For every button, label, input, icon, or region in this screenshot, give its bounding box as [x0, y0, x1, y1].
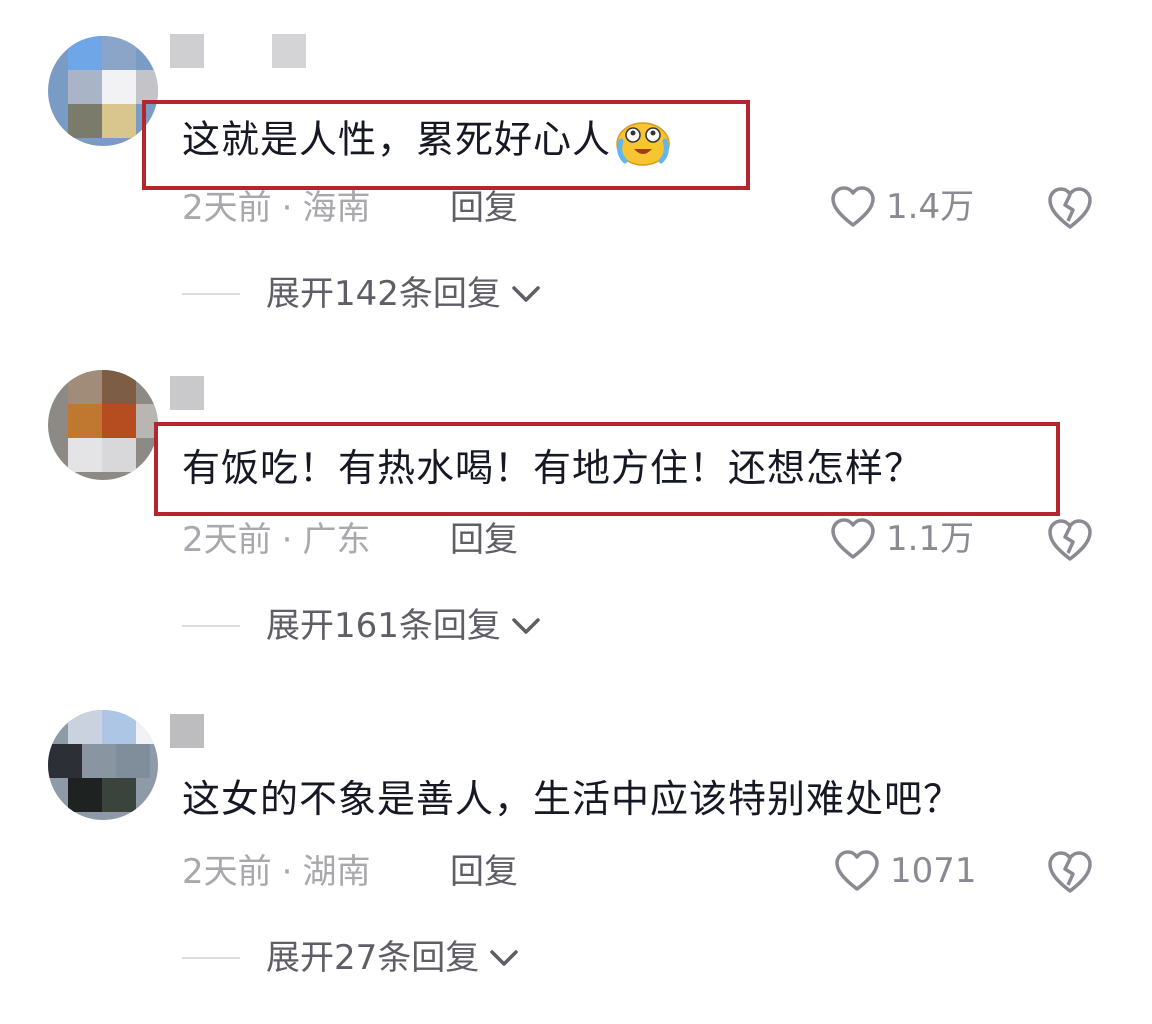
expand-replies-button[interactable]: 展开27条回复 [182, 941, 519, 975]
comment-item: 这女的不象是善人，生活中应该特别难处吧？ 2天前 · 湖南 回复 1071 展开27… [0, 0, 1152, 1010]
comment-text: 这女的不象是善人，生活中应该特别难处吧？ [182, 777, 963, 821]
avatar[interactable] [48, 710, 158, 820]
expand-replies-label: 展开27条回复 [266, 938, 480, 978]
comment-meta: 2天前 · 湖南 [182, 855, 370, 889]
username-blurred[interactable] [170, 714, 210, 754]
reply-button[interactable]: 回复 [450, 855, 518, 889]
like-button[interactable]: 1071 [834, 849, 977, 893]
like-count: 1071 [890, 851, 977, 891]
comment-location: 湖南 [302, 852, 371, 892]
divider-line [182, 957, 240, 959]
comment-time: 2天前 [182, 852, 272, 892]
meta-separator: · [281, 852, 293, 892]
heart-outline-icon [835, 850, 879, 891]
broken-heart-icon[interactable] [1046, 849, 1094, 895]
chevron-down-icon [490, 950, 519, 966]
